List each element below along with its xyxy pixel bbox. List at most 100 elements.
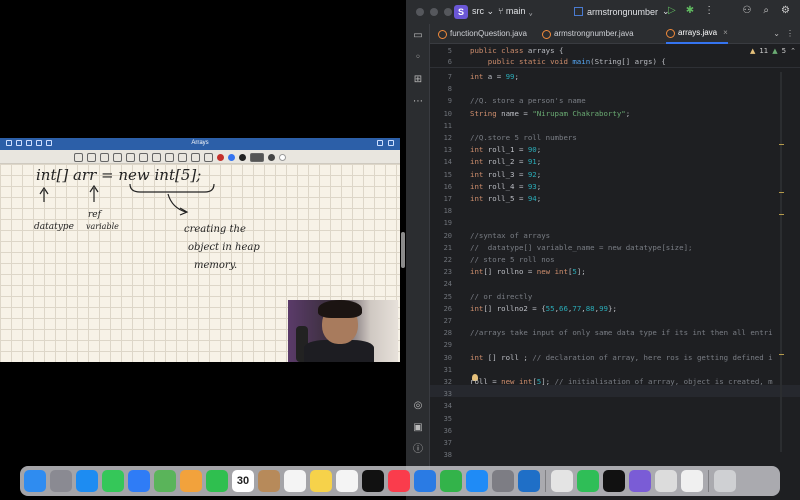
- text-icon[interactable]: [191, 152, 200, 162]
- redo-icon[interactable]: [87, 152, 96, 162]
- code-line[interactable]: int roll_3 = 92;: [470, 170, 541, 179]
- debug-icon[interactable]: ✱: [686, 5, 694, 16]
- code-lines[interactable]: int a = 99; //Q. store a person's name Str…: [470, 44, 800, 470]
- more-icon[interactable]: [388, 140, 394, 146]
- code-line[interactable]: //syntax of arrays: [470, 231, 550, 240]
- code-line[interactable]: // datatype[] variable_name = new dataty…: [470, 243, 692, 252]
- reminders-icon[interactable]: [284, 470, 306, 492]
- close-window-button[interactable]: [416, 8, 424, 16]
- image-icon[interactable]: [165, 152, 174, 162]
- music-icon[interactable]: [388, 470, 410, 492]
- camera-icon[interactable]: [178, 152, 187, 162]
- project-badge[interactable]: S: [454, 5, 468, 19]
- add-user-icon[interactable]: ⚇: [742, 5, 751, 16]
- code-line[interactable]: //Q. store a person's name: [470, 96, 586, 105]
- code-editor[interactable]: 5 public class arrays { 6 public static …: [430, 44, 800, 470]
- stroke-width-selected[interactable]: [250, 152, 264, 162]
- run-icon[interactable]: ▷: [668, 5, 676, 16]
- highlighter-icon[interactable]: [126, 152, 135, 162]
- tabs-dropdown-icon[interactable]: ⌄: [773, 29, 780, 38]
- color-swatch-red[interactable]: [217, 153, 224, 161]
- code-line[interactable]: int roll_1 = 90;: [470, 145, 541, 154]
- search-icon[interactable]: ⌕: [763, 5, 769, 16]
- stroke-dot-medium[interactable]: [268, 153, 275, 161]
- error-stripe-mark[interactable]: [779, 192, 784, 193]
- calendar-icon[interactable]: 30: [232, 470, 254, 492]
- code-line[interactable]: int [] roll ; // declaration of array, h…: [470, 353, 773, 362]
- intellij-icon[interactable]: [603, 470, 625, 492]
- keynote-icon[interactable]: [414, 470, 436, 492]
- code-line[interactable]: int roll_2 = 91;: [470, 157, 541, 166]
- preview-icon[interactable]: [655, 470, 677, 492]
- color-swatch-white[interactable]: [279, 153, 286, 161]
- terminal-icon[interactable]: ▣: [412, 422, 424, 434]
- undo-icon[interactable]: [74, 152, 83, 162]
- code-line[interactable]: String name = "Nirupam Chakraborty";: [470, 109, 630, 118]
- error-stripe-mark[interactable]: [779, 354, 784, 355]
- finder-icon[interactable]: [24, 470, 46, 492]
- code-line[interactable]: int roll_5 = 94;: [470, 194, 541, 203]
- services-icon[interactable]: ◎: [412, 400, 424, 412]
- numbers-icon[interactable]: [440, 470, 462, 492]
- code-line[interactable]: //arrays take input of only same data ty…: [470, 328, 773, 337]
- gear-icon[interactable]: ⚙: [781, 5, 790, 16]
- code-line[interactable]: // or directly: [470, 292, 532, 301]
- minimize-window-button[interactable]: [430, 8, 438, 16]
- code-line[interactable]: int[] rollno2 = {55,66,77,88,99};: [470, 304, 617, 313]
- code-line[interactable]: int a = 99;: [470, 72, 519, 81]
- mail-icon[interactable]: [128, 470, 150, 492]
- split-handle[interactable]: [401, 232, 405, 268]
- sticky-scroll-header[interactable]: 5 public class arrays { 6 public static …: [430, 44, 800, 68]
- lasso-icon[interactable]: [139, 152, 148, 162]
- inspection-widget[interactable]: ▲ 11 ▲ 5 ⌃: [750, 47, 796, 55]
- code-line[interactable]: //Q.store 5 roll numbers: [470, 133, 577, 142]
- screens-icon[interactable]: [681, 470, 703, 492]
- settings-icon[interactable]: [492, 470, 514, 492]
- tv-icon[interactable]: [362, 470, 384, 492]
- safari-icon[interactable]: [76, 470, 98, 492]
- error-stripe-mark[interactable]: [779, 214, 784, 215]
- tab-arrays[interactable]: arrays.java ×: [666, 24, 728, 44]
- tab-functionquestion[interactable]: functionQuestion.java: [438, 24, 527, 44]
- branch-selector[interactable]: ⑂ main ⌄: [498, 6, 533, 16]
- code-line[interactable]: int roll_4 = 93;: [470, 182, 541, 191]
- problems-icon[interactable]: ⓘ: [412, 444, 424, 456]
- add-page-icon[interactable]: [377, 140, 383, 146]
- freeform-icon[interactable]: [336, 470, 358, 492]
- laser-icon[interactable]: [204, 152, 213, 162]
- eraser-icon[interactable]: [113, 152, 122, 162]
- more-actions-icon[interactable]: ⋮: [704, 5, 714, 16]
- commit-icon[interactable]: ◦: [412, 52, 424, 64]
- tab-armstrongnumber[interactable]: armstrongnumber.java: [542, 24, 634, 44]
- photos-icon[interactable]: [180, 470, 202, 492]
- code-line[interactable]: roll = new int[5]; // initialisation of …: [470, 377, 773, 386]
- messages-icon[interactable]: [102, 470, 124, 492]
- appstore-icon[interactable]: [466, 470, 488, 492]
- error-stripe-mark[interactable]: [779, 144, 784, 145]
- maps-icon[interactable]: [154, 470, 176, 492]
- color-swatch-black[interactable]: [239, 153, 246, 161]
- trash-icon[interactable]: [714, 470, 736, 492]
- color-swatch-blue[interactable]: [228, 153, 235, 161]
- shape-icon[interactable]: [152, 152, 161, 162]
- notes-icon[interactable]: [310, 470, 332, 492]
- project-selector[interactable]: src ⌄: [472, 6, 494, 17]
- vscode-icon[interactable]: [518, 470, 540, 492]
- github-icon[interactable]: [629, 470, 651, 492]
- more-icon[interactable]: ⋮: [786, 29, 794, 38]
- run-config-selector[interactable]: armstrongnumber ⌄: [574, 6, 670, 17]
- more-icon[interactable]: ⋯: [412, 96, 424, 108]
- whatsapp-icon[interactable]: [577, 470, 599, 492]
- contacts-icon[interactable]: [258, 470, 280, 492]
- launchpad-icon[interactable]: [50, 470, 72, 492]
- chrome-icon[interactable]: [551, 470, 573, 492]
- code-line[interactable]: // store 5 roll nos: [470, 255, 555, 264]
- close-tab-icon[interactable]: ×: [723, 23, 728, 43]
- zoom-window-button[interactable]: [444, 8, 452, 16]
- code-line[interactable]: int[] rollno = new int[5];: [470, 267, 586, 276]
- structure-icon[interactable]: ⊞: [412, 74, 424, 86]
- editor-scrollbar[interactable]: [780, 72, 782, 452]
- facetime-icon[interactable]: [206, 470, 228, 492]
- pen-icon[interactable]: [100, 152, 109, 162]
- folder-icon[interactable]: ▭: [412, 30, 424, 42]
